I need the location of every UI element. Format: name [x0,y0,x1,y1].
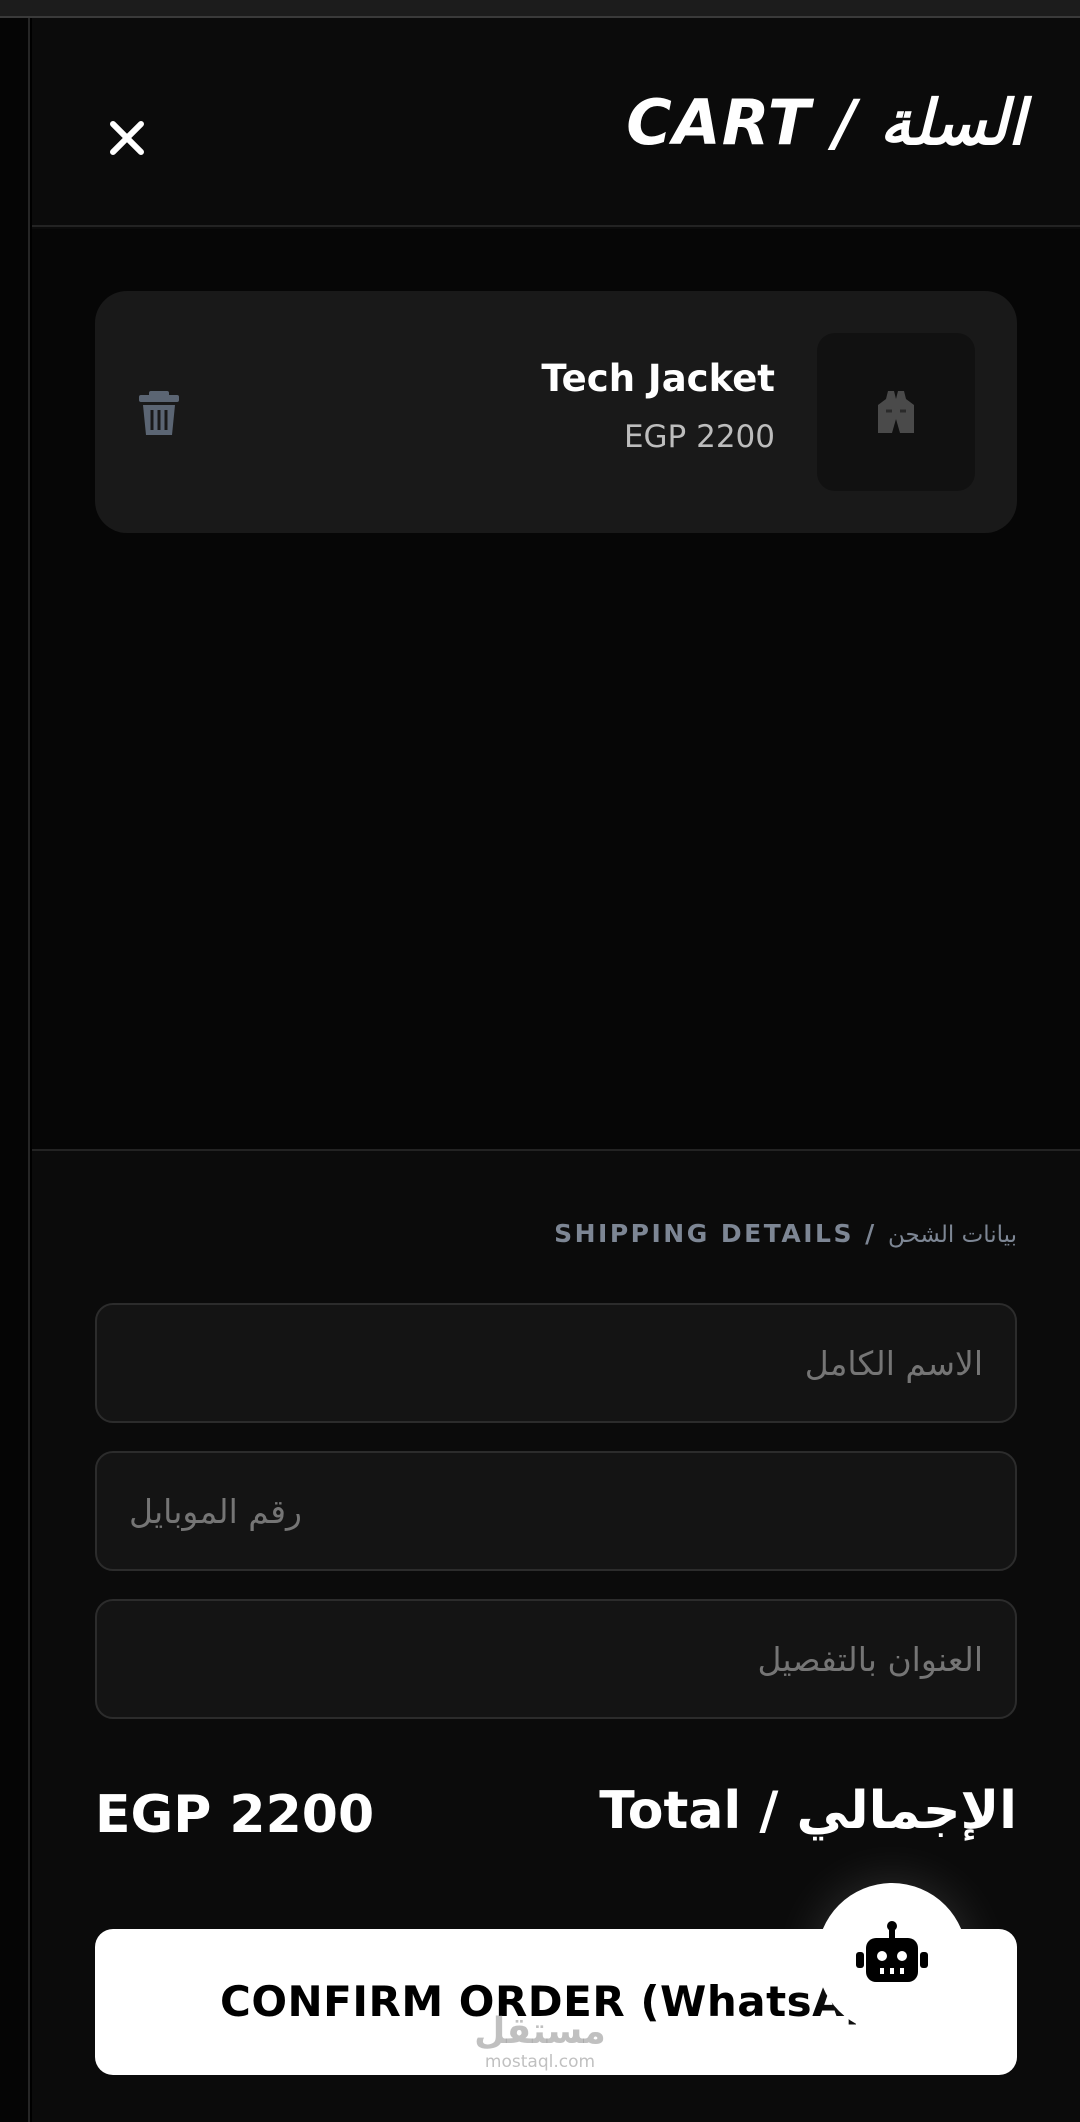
cart-items-list: Tech Jacket EGP 2200 [32,229,1080,1149]
vest-icon [878,391,914,433]
total-amount: EGP 2200 [95,1785,375,1845]
item-thumbnail [817,333,975,491]
shipping-title-en: SHIPPING DETAILS [554,1219,854,1248]
trash-icon [139,391,179,435]
watermark-arabic: مستقل [474,2011,606,2052]
cart-drawer: CART / السلة Tech Jacket EGP 2200 SHIPPI… [32,18,1080,2122]
full-name-field[interactable] [95,1303,1017,1423]
item-name: Tech Jacket [541,357,775,400]
close-icon [110,121,144,155]
cart-item: Tech Jacket EGP 2200 [95,291,1017,533]
cart-title: CART / السلة [626,86,1025,159]
watermark: مستقل mostaql.com [474,2011,606,2073]
remove-item-button[interactable] [133,387,185,439]
robot-icon [856,1921,928,1982]
page-backdrop [0,18,30,2122]
shipping-title-separator: / [853,1219,888,1248]
shipping-title-ar: بيانات الشحن [888,1222,1017,1248]
browser-top-bar [0,0,1080,18]
chat-bot-button[interactable] [817,1883,967,2033]
total-label: Total / الإجمالي [599,1781,1017,1841]
close-button[interactable] [92,98,162,178]
phone-field[interactable] [95,1451,1017,1571]
address-field[interactable] [95,1599,1017,1719]
shipping-title: SHIPPING DETAILS / بيانات الشحن [554,1219,1017,1248]
cart-header: CART / السلة [32,18,1080,227]
watermark-latin: mostaql.com [484,2052,596,2072]
item-price: EGP 2200 [623,419,775,455]
